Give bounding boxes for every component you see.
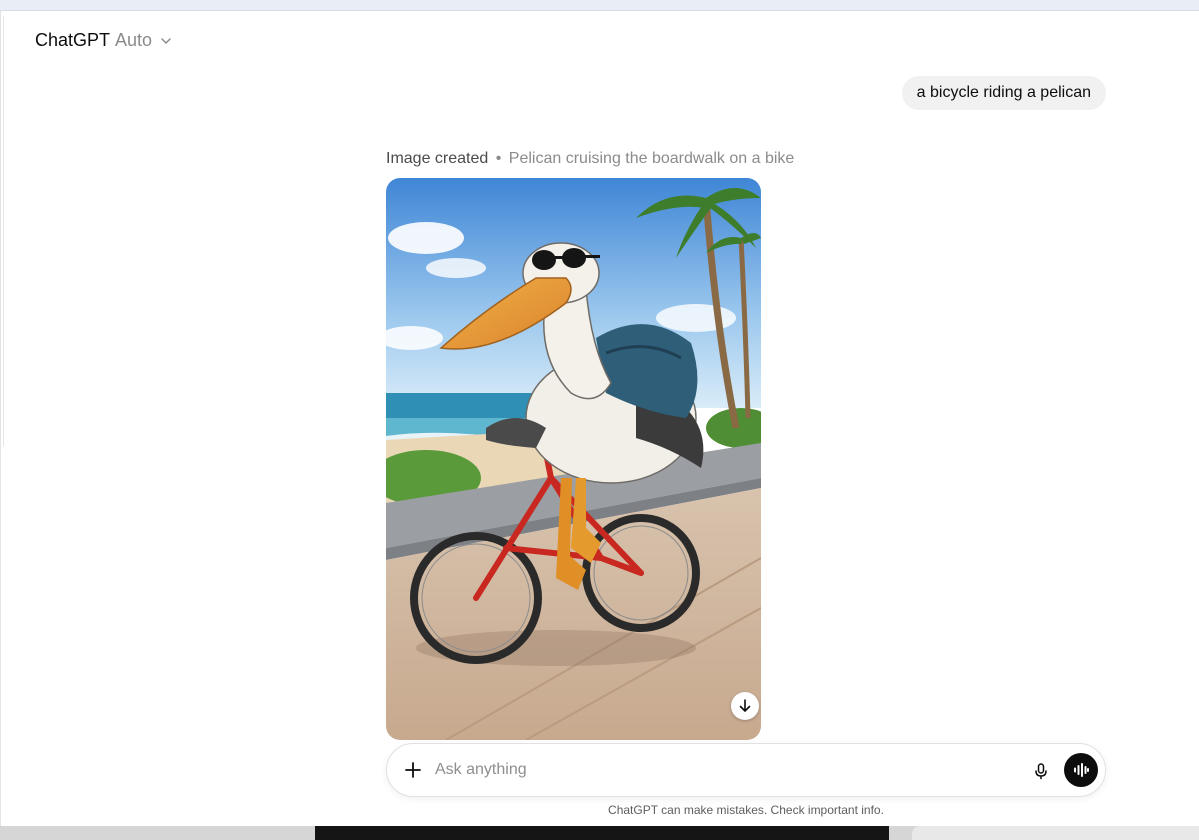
prompt-input[interactable] bbox=[435, 756, 995, 784]
pelican-bicycle-illustration bbox=[386, 178, 761, 740]
chevron-down-icon bbox=[161, 37, 171, 44]
voice-mode-icon bbox=[1074, 763, 1089, 777]
sidebar-edge bbox=[0, 16, 4, 446]
download-icon bbox=[739, 699, 751, 712]
image-status: Image created bbox=[386, 150, 489, 167]
message-composer bbox=[386, 743, 1106, 797]
attach-button[interactable] bbox=[400, 757, 426, 783]
background-video-window bbox=[315, 826, 889, 840]
microphone-icon bbox=[1035, 763, 1047, 780]
dictate-button[interactable] bbox=[1028, 758, 1054, 784]
image-caption: Image created • Pelican cruising the boa… bbox=[386, 150, 794, 168]
user-message-bubble: a bicycle riding a pelican bbox=[901, 76, 1106, 110]
background-panel bbox=[912, 826, 1199, 840]
plus-icon bbox=[405, 762, 421, 778]
model-selector[interactable]: ChatGPT Auto bbox=[35, 30, 173, 51]
download-button[interactable] bbox=[731, 692, 759, 720]
model-name: Auto bbox=[115, 30, 153, 50]
disclaimer-text: ChatGPT can make mistakes. Check importa… bbox=[608, 803, 884, 817]
app-title: ChatGPT bbox=[35, 30, 111, 50]
voice-mode-button[interactable] bbox=[1064, 753, 1098, 787]
image-title: Pelican cruising the boardwalk on a bike bbox=[508, 150, 795, 167]
generated-image[interactable] bbox=[386, 178, 761, 740]
browser-top-strip bbox=[0, 0, 1199, 10]
caption-separator: • bbox=[495, 150, 502, 167]
